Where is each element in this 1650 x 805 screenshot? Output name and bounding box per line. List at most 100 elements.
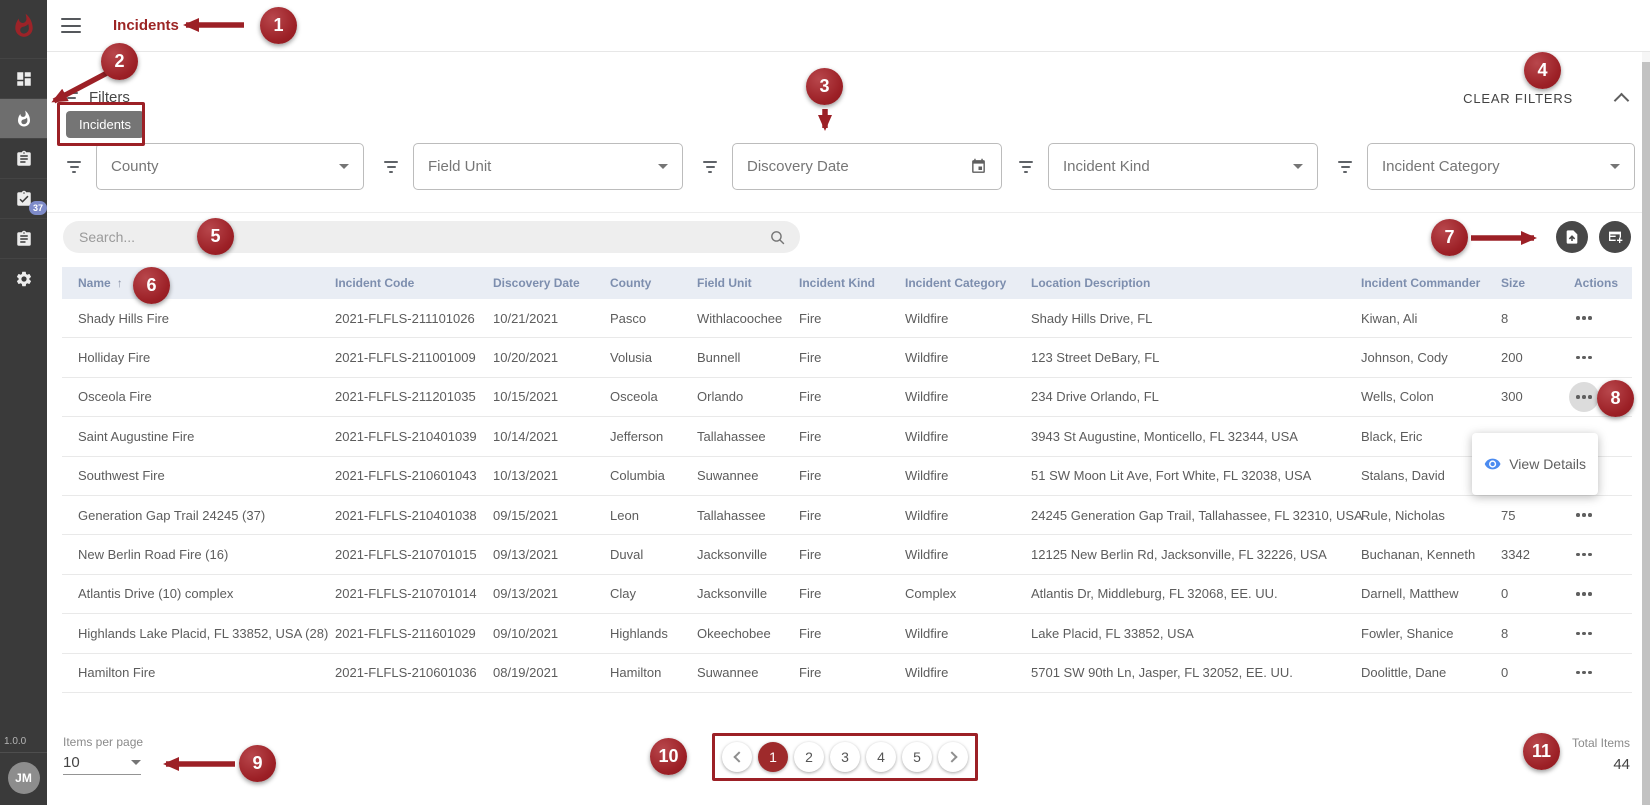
- column-header-size[interactable]: Size: [1485, 276, 1558, 290]
- cell-incident-category: Complex: [889, 586, 1015, 601]
- cell-discovery-date: 10/21/2021: [477, 311, 594, 326]
- task-count-badge: 37: [29, 201, 47, 215]
- cell-incident-kind: Fire: [783, 547, 889, 562]
- annotation-11: 11: [1523, 733, 1560, 770]
- table-row[interactable]: Southwest Fire 2021-FLFLS-210601043 10/1…: [62, 457, 1632, 496]
- cell-field-unit: Bunnell: [681, 350, 783, 365]
- cell-county: Clay: [594, 586, 681, 601]
- hamburger-menu-icon[interactable]: [61, 18, 81, 33]
- column-header-location[interactable]: Location Description: [1015, 276, 1345, 290]
- incident-kind-filter-select[interactable]: Incident Kind: [1048, 143, 1318, 190]
- chevron-down-icon: [131, 760, 141, 765]
- row-actions-button[interactable]: [1569, 500, 1599, 530]
- cell-name: Generation Gap Trail 24245 (37): [62, 508, 319, 523]
- row-actions-button[interactable]: [1569, 579, 1599, 609]
- scrollbar-thumb[interactable]: [1642, 62, 1650, 805]
- county-filter-select[interactable]: County: [96, 143, 364, 190]
- filter-group-county: County: [66, 143, 364, 190]
- filter-group-incident-category: Incident Category: [1337, 143, 1635, 190]
- table-row[interactable]: Osceola Fire 2021-FLFLS-211201035 10/15/…: [62, 378, 1632, 417]
- column-header-discovery-date[interactable]: Discovery Date: [477, 276, 594, 290]
- incident-category-filter-select[interactable]: Incident Category: [1367, 143, 1635, 190]
- items-per-page-select[interactable]: 10: [63, 751, 141, 775]
- sidebar-item-tasks[interactable]: 37: [0, 178, 47, 218]
- row-actions-button[interactable]: [1569, 343, 1599, 373]
- sidebar-item-forms[interactable]: [0, 218, 47, 258]
- table-row[interactable]: Shady Hills Fire 2021-FLFLS-211101026 10…: [62, 299, 1632, 338]
- chevron-down-icon: [1610, 164, 1620, 169]
- export-file-button[interactable]: [1556, 221, 1588, 253]
- cell-actions: [1558, 618, 1632, 648]
- cell-location: Shady Hills Drive, FL: [1015, 311, 1345, 326]
- avatar[interactable]: JM: [8, 762, 40, 794]
- cell-incident-code: 2021-FLFLS-210601043: [319, 468, 477, 483]
- row-actions-button[interactable]: [1569, 658, 1599, 688]
- cell-incident-category: Wildfire: [889, 350, 1015, 365]
- sidebar-item-dashboard[interactable]: [0, 58, 47, 98]
- cell-commander: Wells, Colon: [1345, 389, 1485, 404]
- search-input[interactable]: Search...: [63, 221, 800, 253]
- table-row[interactable]: Hamilton Fire 2021-FLFLS-210601036 08/19…: [62, 654, 1632, 693]
- calendar-icon[interactable]: [970, 158, 987, 175]
- sidebar-item-settings[interactable]: [0, 258, 47, 298]
- clipboard-icon: [15, 150, 33, 168]
- column-header-field-unit[interactable]: Field Unit: [681, 276, 783, 290]
- clear-filters-button[interactable]: CLEAR FILTERS: [1433, 91, 1573, 106]
- cell-location: 51 SW Moon Lit Ave, Fort White, FL 32038…: [1015, 468, 1345, 483]
- cell-actions: [1558, 540, 1632, 570]
- column-header-name[interactable]: Name: [62, 276, 319, 290]
- column-header-incident-category[interactable]: Incident Category: [889, 276, 1015, 290]
- cell-name: Highlands Lake Placid, FL 33852, USA (28…: [62, 626, 319, 641]
- cell-incident-category: Wildfire: [889, 389, 1015, 404]
- column-header-commander[interactable]: Incident Commander: [1345, 276, 1485, 290]
- cell-incident-category: Wildfire: [889, 665, 1015, 680]
- table-row[interactable]: Atlantis Drive (10) complex 2021-FLFLS-2…: [62, 575, 1632, 614]
- column-header-incident-kind[interactable]: Incident Kind: [783, 276, 889, 290]
- table-row[interactable]: New Berlin Road Fire (16) 2021-FLFLS-210…: [62, 535, 1632, 574]
- annotation-4: 4: [1524, 52, 1561, 89]
- cell-size: 300: [1485, 389, 1558, 404]
- search-icon[interactable]: [769, 229, 786, 246]
- cell-incident-code: 2021-FLFLS-211601029: [319, 626, 477, 641]
- row-actions-button[interactable]: [1569, 618, 1599, 648]
- cell-county: Jefferson: [594, 429, 681, 444]
- cell-commander: Doolittle, Dane: [1345, 665, 1485, 680]
- sidebar-item-reports[interactable]: [0, 138, 47, 178]
- cell-actions: [1558, 658, 1632, 688]
- table-row[interactable]: Highlands Lake Placid, FL 33852, USA (28…: [62, 614, 1632, 653]
- cell-size: 8: [1485, 626, 1558, 641]
- cell-name: Atlantis Drive (10) complex: [62, 586, 319, 601]
- cell-location: 123 Street DeBary, FL: [1015, 350, 1345, 365]
- chevron-down-icon: [339, 164, 349, 169]
- cell-county: Leon: [594, 508, 681, 523]
- column-header-county[interactable]: County: [594, 276, 681, 290]
- cell-county: Osceola: [594, 389, 681, 404]
- row-actions-button[interactable]: [1569, 382, 1599, 412]
- cell-county: Volusia: [594, 350, 681, 365]
- table-row[interactable]: Saint Augustine Fire 2021-FLFLS-21040103…: [62, 417, 1632, 456]
- sidebar-item-incidents[interactable]: [0, 98, 47, 138]
- cell-commander: Buchanan, Kenneth: [1345, 547, 1485, 562]
- annotation-5: 5: [197, 218, 234, 255]
- view-details-menu-item[interactable]: View Details: [1472, 433, 1598, 495]
- cell-size: 0: [1485, 586, 1558, 601]
- cell-name: Southwest Fire: [62, 468, 319, 483]
- flame-icon: [15, 110, 33, 128]
- column-header-incident-code[interactable]: Incident Code: [319, 276, 477, 290]
- filter-group-incident-kind: Incident Kind: [1018, 143, 1318, 190]
- row-actions-button[interactable]: [1569, 540, 1599, 570]
- clipboard-icon: [15, 230, 33, 248]
- cell-actions: [1558, 303, 1632, 333]
- chevron-up-icon[interactable]: [1614, 93, 1630, 109]
- cell-incident-category: Wildfire: [889, 508, 1015, 523]
- table-row[interactable]: Holliday Fire 2021-FLFLS-211001009 10/20…: [62, 338, 1632, 377]
- annotation-10: 10: [650, 738, 687, 775]
- export-table-button[interactable]: [1599, 221, 1631, 253]
- sidebar-divider: [0, 752, 47, 753]
- field-unit-filter-select[interactable]: Field Unit: [413, 143, 683, 190]
- cell-field-unit: Tallahassee: [681, 429, 783, 444]
- discovery-date-filter-input[interactable]: Discovery Date: [732, 143, 1002, 190]
- items-per-page-value: 10: [63, 754, 80, 771]
- row-actions-button[interactable]: [1569, 303, 1599, 333]
- table-row[interactable]: Generation Gap Trail 24245 (37) 2021-FLF…: [62, 496, 1632, 535]
